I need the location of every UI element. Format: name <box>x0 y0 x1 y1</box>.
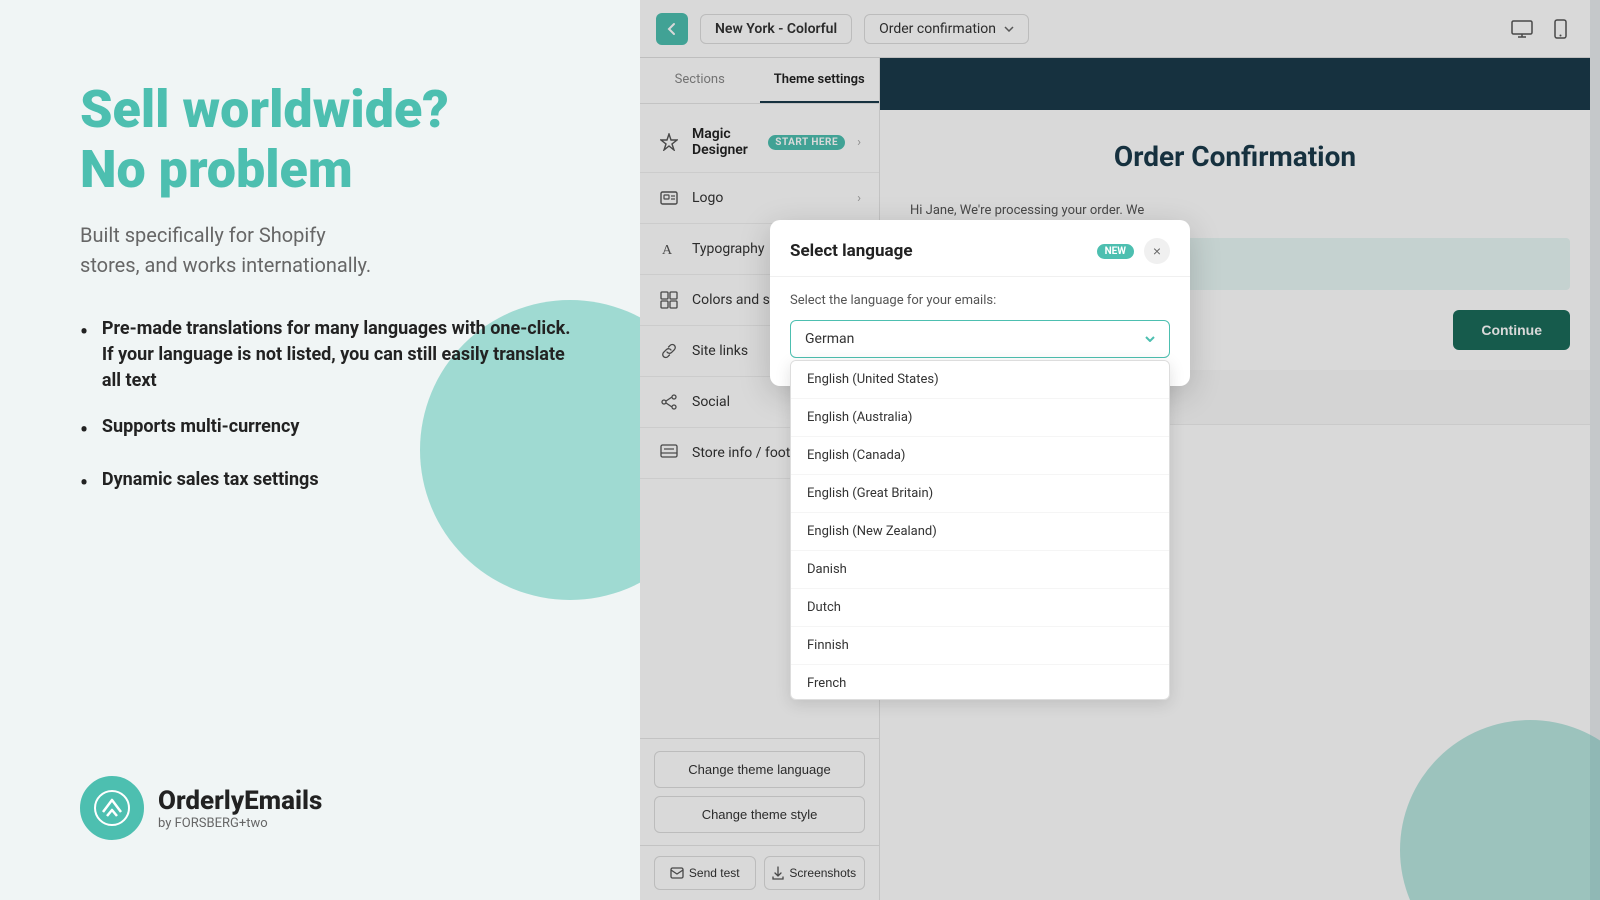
brand-name: OrderlyEmails <box>158 786 322 816</box>
language-option-dutch[interactable]: Dutch <box>791 589 1169 627</box>
language-option-english-nz[interactable]: English (New Zealand) <box>791 513 1169 551</box>
dialog-header: Select language NEW × <box>770 220 1190 277</box>
subheadline: Built specifically for Shopifystores, an… <box>80 220 580 280</box>
language-option-french[interactable]: French <box>791 665 1169 700</box>
language-select-wrapper: German English (United States) English (… <box>790 320 1170 358</box>
dialog-close-button[interactable]: × <box>1144 238 1170 264</box>
new-badge: NEW <box>1097 244 1134 259</box>
language-option-english-ca[interactable]: English (Canada) <box>791 437 1169 475</box>
language-select-chevron-icon <box>1145 336 1155 342</box>
selected-language-label: German <box>805 331 854 347</box>
language-option-english-au[interactable]: English (Australia) <box>791 399 1169 437</box>
left-panel: Sell worldwide?No problem Built specific… <box>0 0 640 900</box>
brand-svg-icon <box>94 790 130 826</box>
brand-logo: OrderlyEmails by FORSBERG+two <box>80 776 580 840</box>
language-option-english-us[interactable]: English (United States) <box>791 361 1169 399</box>
brand-icon <box>80 776 144 840</box>
language-option-danish[interactable]: Danish <box>791 551 1169 589</box>
headline: Sell worldwide?No problem <box>80 80 580 200</box>
bullet-list: Pre-made translations for many languages… <box>80 316 580 520</box>
language-dropdown-list[interactable]: English (United States) English (Austral… <box>790 360 1170 700</box>
dialog-overlay: Select language NEW × Select the languag… <box>640 0 1600 900</box>
dialog-title: Select language <box>790 241 1087 261</box>
language-option-english-gb[interactable]: English (Great Britain) <box>791 475 1169 513</box>
bullet-item-1: Pre-made translations for many languages… <box>80 316 580 394</box>
language-select-display[interactable]: German <box>790 320 1170 358</box>
right-panel: New York - Colorful Order confirmation <box>640 0 1600 900</box>
brand-sub: by FORSBERG+two <box>158 816 322 831</box>
bullet-item-2: Supports multi-currency <box>80 414 580 447</box>
language-option-finnish[interactable]: Finnish <box>791 627 1169 665</box>
select-language-dialog: Select language NEW × Select the languag… <box>770 220 1190 386</box>
dialog-body: Select the language for your emails: Ger… <box>770 277 1190 386</box>
dialog-description: Select the language for your emails: <box>790 293 1170 308</box>
bullet-item-3: Dynamic sales tax settings <box>80 467 580 500</box>
brand-text: OrderlyEmails by FORSBERG+two <box>158 786 322 831</box>
